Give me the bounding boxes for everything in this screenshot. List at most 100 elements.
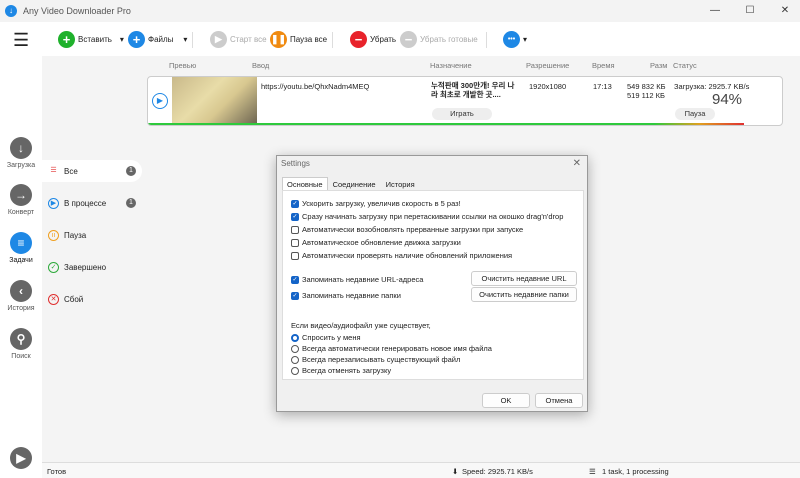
col-preview[interactable]: Превью — [169, 61, 196, 70]
rail-history[interactable]: ‹ История — [0, 280, 42, 312]
option-remember-folders[interactable]: ✓ Запоминать недавние папки — [291, 291, 401, 300]
option-remember-urls[interactable]: ✓ Запоминать недавние URL-адреса — [291, 275, 423, 284]
clear-folders-button[interactable]: Очистить недавние папки — [471, 287, 577, 302]
remove-done-button[interactable]: − Убрать готовые — [400, 30, 478, 48]
maximize-button[interactable]: ☐ — [735, 0, 765, 22]
radio-ask[interactable]: Спросить у меня — [291, 333, 361, 342]
option-dragdrop[interactable]: ✓ Сразу начинать загрузку при перетаскива… — [291, 212, 563, 221]
ok-button[interactable]: OK — [482, 393, 530, 408]
minimize-button[interactable]: — — [700, 0, 730, 22]
radio-label: Всегда отменять загрузку — [302, 366, 392, 375]
clear-urls-button[interactable]: Очистить недавние URL — [471, 271, 577, 286]
plus-icon: + — [58, 30, 75, 48]
option-label: Автоматически проверять наличие обновлен… — [302, 251, 513, 260]
task-percent: 94% — [712, 91, 743, 108]
option-speedup[interactable]: ✓ Ускорить загрузку, увеличив скорость в … — [291, 199, 461, 208]
count-badge: 1 — [126, 198, 136, 208]
divider — [332, 32, 333, 48]
option-engine-update[interactable]: Автоматическое обновление движка загрузк… — [291, 238, 461, 247]
radio-cancel[interactable]: Всегда отменять загрузку — [291, 366, 391, 375]
category-paused[interactable]: ıı Пауза — [42, 224, 142, 246]
col-input[interactable]: Ввод — [252, 61, 269, 70]
category-label: Сбой — [64, 294, 84, 304]
files-button[interactable]: + Файлы ▾ — [128, 30, 187, 48]
category-completed[interactable]: ✓ Завершено — [42, 256, 142, 278]
play-icon: ▶ — [10, 447, 32, 469]
radio[interactable] — [291, 344, 299, 353]
start-all-label: Старт все — [230, 34, 267, 44]
status-tasks: 1 task, 1 processing — [602, 467, 669, 476]
checkbox[interactable] — [291, 251, 299, 260]
close-button[interactable]: ✕ — [770, 0, 800, 22]
rail-search[interactable]: ⚲ Поиск — [0, 328, 42, 360]
option-label: Автоматическое обновление движка загрузк… — [302, 238, 461, 247]
checkbox[interactable] — [291, 238, 299, 247]
progress-bar — [148, 123, 744, 125]
start-all-button[interactable]: ▶ Старт все — [210, 30, 267, 48]
more-icon: ••• — [503, 30, 520, 48]
status-ready: Готов — [47, 467, 67, 476]
category-processing[interactable]: ▶ В процессе 1 — [42, 192, 142, 214]
radio-label: Спросить у меня — [302, 333, 361, 342]
rail-label: Загрузка — [6, 162, 36, 169]
option-label: Автоматически возобновлять прерванные за… — [302, 225, 524, 234]
radio[interactable] — [291, 333, 299, 342]
dialog-close-icon[interactable]: ✕ — [573, 158, 581, 169]
more-button[interactable]: ••• ▾ — [503, 30, 527, 48]
paste-button[interactable]: + Вставить ▾ — [58, 30, 124, 48]
radio[interactable] — [291, 355, 299, 364]
task-size-done: 519 112 КБ — [627, 91, 665, 100]
status-speed: Speed: 2925.71 KB/s — [462, 467, 533, 476]
col-size[interactable]: Разм — [650, 61, 667, 70]
play-icon[interactable]: ▶ — [152, 93, 168, 109]
checkbox[interactable]: ✓ — [291, 291, 299, 300]
radio-rename[interactable]: Всегда автоматически генерировать новое … — [291, 344, 492, 353]
checkbox[interactable]: ✓ — [291, 199, 299, 208]
col-status[interactable]: Статус — [673, 61, 697, 70]
pause-all-button[interactable]: ❚❚ Пауза все — [270, 30, 327, 48]
rail-tasks[interactable]: ≡ Задачи — [0, 232, 42, 264]
task-title: 누적판매 300만개! 우리 나라 최초로 개발한 곳.... — [431, 81, 515, 99]
col-resolution[interactable]: Разрешение — [526, 61, 569, 70]
rail-label: История — [7, 305, 35, 312]
remove-button[interactable]: − Убрать — [350, 30, 396, 48]
pause-all-label: Пауза все — [290, 34, 328, 44]
checkbox[interactable]: ✓ — [291, 275, 299, 284]
menu-icon[interactable]: ☰ — [13, 30, 29, 51]
paste-dropdown-icon[interactable]: ▾ — [120, 35, 124, 44]
play-button[interactable]: Играть — [432, 108, 492, 120]
title-bar: ↓ Any Video Downloader Pro — ☐ ✕ — [0, 0, 800, 22]
radio-label: Всегда автоматически генерировать новое … — [302, 344, 492, 353]
cancel-button[interactable]: Отмена — [535, 393, 583, 408]
option-app-update[interactable]: Автоматически проверять наличие обновлен… — [291, 251, 512, 260]
rail-convert[interactable]: → Конверт — [0, 184, 42, 216]
category-all[interactable]: ☰ Все 1 — [42, 160, 142, 182]
pause-icon: ıı — [48, 229, 59, 241]
radio-overwrite[interactable]: Всегда перезаписывать существующий файл — [291, 355, 460, 364]
x-icon: ✕ — [48, 293, 59, 305]
arrow-right-icon: → — [10, 184, 32, 206]
task-row[interactable]: ▶ https://youtu.be/QhxNadm4MEQ 누적판매 300만… — [147, 76, 783, 126]
task-status: Загрузка: 2925.7 KB/s — [674, 82, 750, 91]
checkbox[interactable] — [291, 225, 299, 234]
general-panel: ✓ Ускорить загрузку, увеличив скорость в … — [282, 190, 584, 380]
checkbox[interactable]: ✓ — [291, 212, 299, 221]
col-time[interactable]: Время — [592, 61, 615, 70]
task-size-total: 549 832 КБ — [627, 82, 666, 91]
pause-button[interactable]: Пауза — [675, 108, 715, 120]
category-failed[interactable]: ✕ Сбой — [42, 288, 142, 310]
files-dropdown-icon[interactable]: ▾ — [183, 35, 187, 44]
task-url: https://youtu.be/QhxNadm4MEQ — [261, 82, 370, 91]
col-destination[interactable]: Назначение — [430, 61, 472, 70]
play-icon: ▶ — [48, 197, 59, 209]
category-label: В процессе — [64, 198, 107, 208]
radio[interactable] — [291, 366, 299, 375]
status-bar: Готов ⬇ Speed: 2925.71 KB/s ☰ 1 task, 1 … — [42, 462, 800, 478]
minus-icon: − — [400, 30, 417, 48]
task-resolution: 1920x1080 — [529, 82, 567, 91]
rail-download[interactable]: ↓ Загрузка — [0, 137, 42, 169]
chevron-left-icon: ‹ — [10, 280, 32, 302]
category-label: Завершено — [64, 262, 107, 272]
rail-player[interactable]: ▶ — [0, 447, 42, 472]
option-resume[interactable]: Автоматически возобновлять прерванные за… — [291, 225, 523, 234]
